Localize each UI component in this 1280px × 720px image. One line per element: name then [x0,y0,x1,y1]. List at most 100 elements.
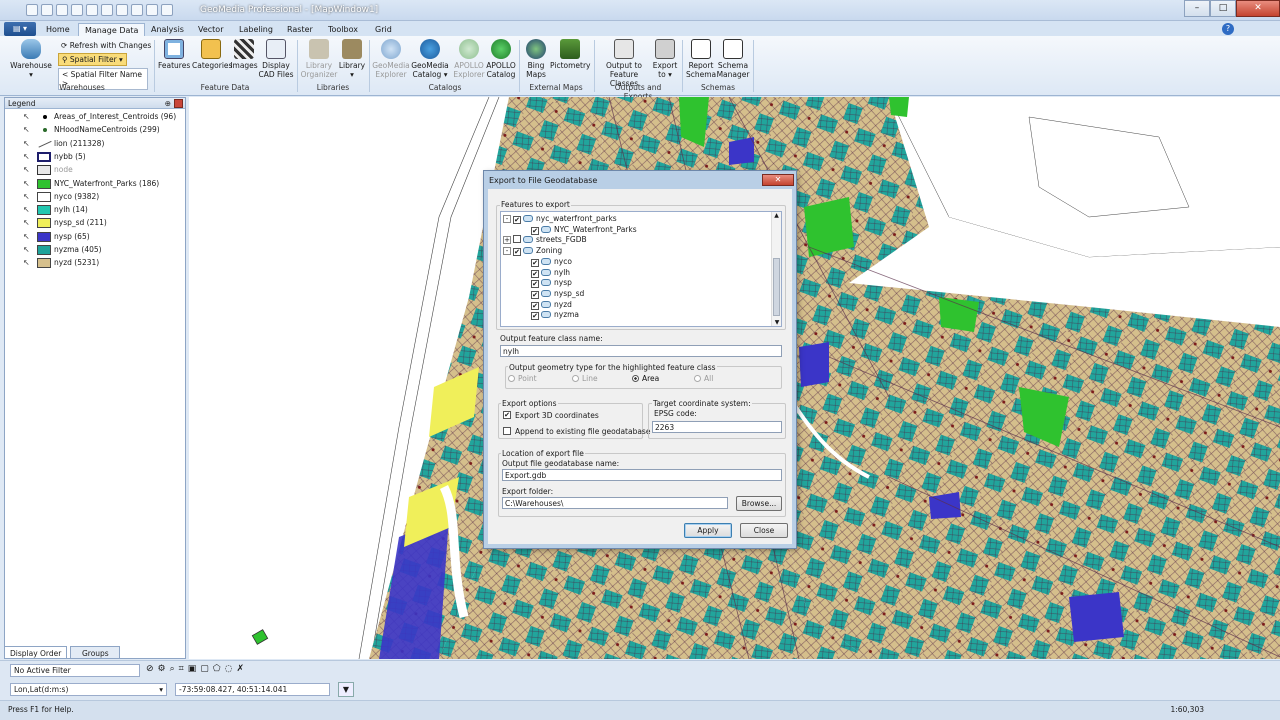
tab-labeling[interactable]: Labeling [233,23,279,37]
filter-rect-icon[interactable]: ▢ [200,664,209,674]
tab-manage-data[interactable]: Manage Data [78,23,146,37]
tab-grid[interactable]: Grid [369,23,398,37]
tree-item[interactable]: ✔ nyco [531,256,572,267]
scroll-down-icon[interactable]: ▼ [772,319,782,326]
schema-manager-button[interactable]: Schema Manager [716,39,750,79]
export-3d-checkbox[interactable]: ✔ [503,411,511,419]
tree-checkbox[interactable]: ✔ [513,216,521,224]
selectable-icon[interactable]: ↖ [23,230,30,243]
output-name-input[interactable]: nylh [500,345,782,357]
pictometry-button[interactable]: Pictometry [550,39,590,70]
images-button[interactable]: Images [230,39,258,70]
save-icon[interactable] [56,4,68,16]
export-to-button[interactable]: Export to ▾ [651,39,679,79]
tree-checkbox[interactable] [513,235,521,244]
report-schema-button[interactable]: Report Schema [686,39,716,79]
expand-icon[interactable]: - [503,247,511,256]
selectable-icon[interactable]: ↖ [23,123,30,136]
tree-item[interactable]: ✔ nyzd [531,299,572,310]
selectable-icon[interactable]: ↖ [23,177,30,190]
filter-edit-icon[interactable]: ⚙ [158,664,166,674]
selectable-icon[interactable]: ↖ [23,203,30,216]
coord-readout[interactable]: -73:59:08.427, 40:51:14.041 [175,683,330,696]
filter-clear-icon[interactable]: ✗ [236,664,244,674]
tree-item[interactable]: + streets_FGDB [503,234,587,245]
selectable-icon[interactable]: ↖ [23,190,30,203]
selectable-icon[interactable]: ↖ [23,110,30,123]
refresh-with-changes-button[interactable]: ⟳ Refresh with Changes [58,40,154,51]
selectable-icon[interactable]: ↖ [23,163,30,176]
tree-item[interactable]: ✔ nysp [531,277,572,289]
selectable-icon[interactable]: ↖ [23,216,30,229]
application-menu-button[interactable]: ▤ ▾ [4,22,36,36]
radio-all[interactable]: All [694,374,713,383]
coord-system-select[interactable]: Lon,Lat(d:m:s) ▾ [10,683,167,696]
filter-zoom-icon[interactable]: ⌕ [170,664,175,674]
tree-item[interactable]: ✔ nysp_sd [531,288,584,299]
pan-icon[interactable] [131,4,143,16]
selectable-icon[interactable]: ↖ [23,243,30,256]
library-button[interactable]: Library ▾ [338,39,366,79]
scroll-up-icon[interactable]: ▲ [772,212,781,219]
undo-icon[interactable] [71,4,83,16]
apollo-catalog-button[interactable]: APOLLO Catalog [486,39,516,79]
tab-raster[interactable]: Raster [281,23,319,37]
radio-point[interactable]: Point [508,374,537,383]
filter-select[interactable]: No Active Filter [10,664,140,677]
append-checkbox[interactable] [503,427,511,435]
bing-maps-button[interactable]: Bing Maps [522,39,550,79]
filter-area-icon[interactable]: ▣ [188,664,197,674]
apollo-explorer-button[interactable]: APOLLO Explorer [452,39,486,79]
geomedia-explorer-button[interactable]: GeoMedia Explorer [372,39,410,79]
zoom-in-icon[interactable] [101,4,113,16]
minimize-button[interactable]: – [1184,0,1210,17]
tree-item[interactable]: ✔ NYC_Waterfront_Parks [531,224,637,235]
scroll-thumb[interactable] [773,258,780,316]
tab-groups[interactable]: Groups [70,646,121,659]
filter-tool-icon[interactable]: ⊘ [146,664,154,674]
epsg-input[interactable]: 2263 [652,421,782,433]
tree-item[interactable]: - ✔ nyc_waterfront_parks [503,213,617,224]
radio-area[interactable]: Area [632,374,659,383]
help-icon[interactable]: ? [1222,23,1234,35]
geomedia-catalog-button[interactable]: GeoMedia Catalog ▾ [410,39,450,79]
tree-checkbox[interactable]: ✔ [531,312,539,321]
tree-item[interactable]: ✔ nylh [531,267,570,278]
open-icon[interactable] [41,4,53,16]
selectable-icon[interactable]: ↖ [23,256,30,269]
close-button[interactable]: Close [740,523,788,538]
zoom-out-icon[interactable] [116,4,128,16]
features-button[interactable]: Features [158,39,190,70]
tree-item[interactable]: - ✔ Zoning [503,245,562,257]
tab-vector[interactable]: Vector [192,23,230,37]
tree-checkbox[interactable]: ✔ [513,248,521,257]
display-cad-files-button[interactable]: Display CAD Files [258,39,294,79]
radio-line[interactable]: Line [572,374,598,383]
categories-button[interactable]: Categories [192,39,232,70]
new-icon[interactable] [26,4,38,16]
coord-go-button[interactable]: ▼ [338,682,354,697]
filter-polygon-icon[interactable]: ⬠ [213,664,221,674]
expand-icon[interactable]: + [503,236,511,245]
selectable-icon[interactable]: ↖ [23,137,30,150]
tab-toolbox[interactable]: Toolbox [322,23,364,37]
dialog-close-icon[interactable]: ✕ [762,174,794,186]
tab-home[interactable]: Home [40,23,76,37]
select-icon[interactable] [146,4,158,16]
tree-item[interactable]: ✔ nyzma [531,309,579,321]
close-window-button[interactable]: ✕ [1236,0,1280,17]
browse-button[interactable]: Browse... [736,496,782,511]
apply-button[interactable]: Apply [684,523,732,538]
folder-input[interactable]: C:\Warehouses\ [502,497,728,509]
maximize-button[interactable]: □ [1210,0,1236,17]
output-to-feature-classes-button[interactable]: Output to Feature Classes [597,39,651,88]
spatial-filter-button[interactable]: ⚲ Spatial Filter ▾ [58,53,127,66]
gdb-name-input[interactable]: Export.gdb [502,469,782,481]
expand-icon[interactable]: - [503,215,511,223]
library-organizer-button[interactable]: Library Organizer [300,39,338,79]
customize-icon[interactable] [161,4,173,16]
selectable-icon[interactable]: ↖ [23,150,30,163]
tree-scrollbar[interactable]: ▲ ▼ [771,212,781,326]
legend-close-button[interactable] [174,99,183,108]
filter-select-icon[interactable]: ⌗ [179,664,184,674]
